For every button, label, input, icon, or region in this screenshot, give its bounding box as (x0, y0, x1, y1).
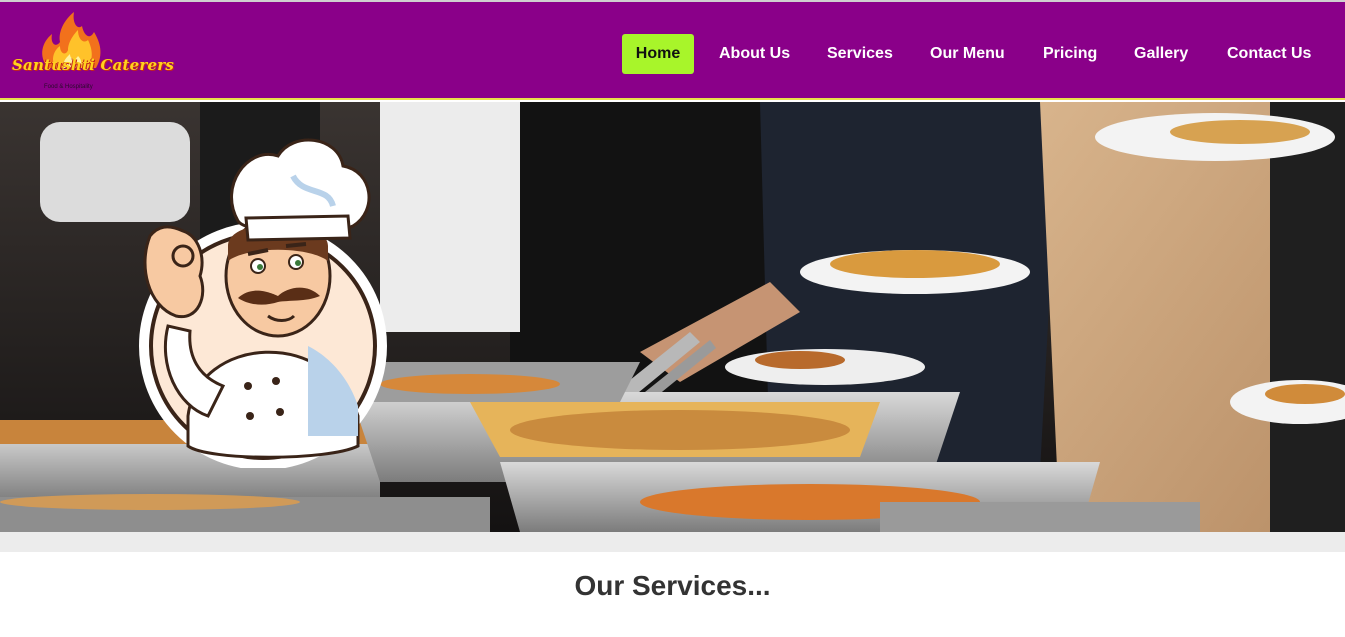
logo-tagline: Food & Hospitality (44, 84, 93, 90)
nav-gallery[interactable]: Gallery (1134, 34, 1188, 74)
hero-banner (0, 102, 1345, 532)
our-services-heading: Our Services... (574, 570, 771, 601)
nav-pricing[interactable]: Pricing (1043, 34, 1097, 74)
nav-about-us[interactable]: About Us (719, 34, 790, 74)
nav-our-menu[interactable]: Our Menu (930, 34, 1005, 74)
main-nav: Home About Us Services Our Menu Pricing … (0, 34, 1345, 74)
nav-contact-us[interactable]: Contact Us (1227, 34, 1311, 74)
nav-home[interactable]: Home (622, 34, 694, 74)
section-divider-band (0, 532, 1345, 552)
navbar: Santushti Caterers Food & Hospitality Ho… (0, 2, 1345, 100)
chef-mascot (139, 138, 387, 468)
nav-services[interactable]: Services (827, 34, 893, 74)
